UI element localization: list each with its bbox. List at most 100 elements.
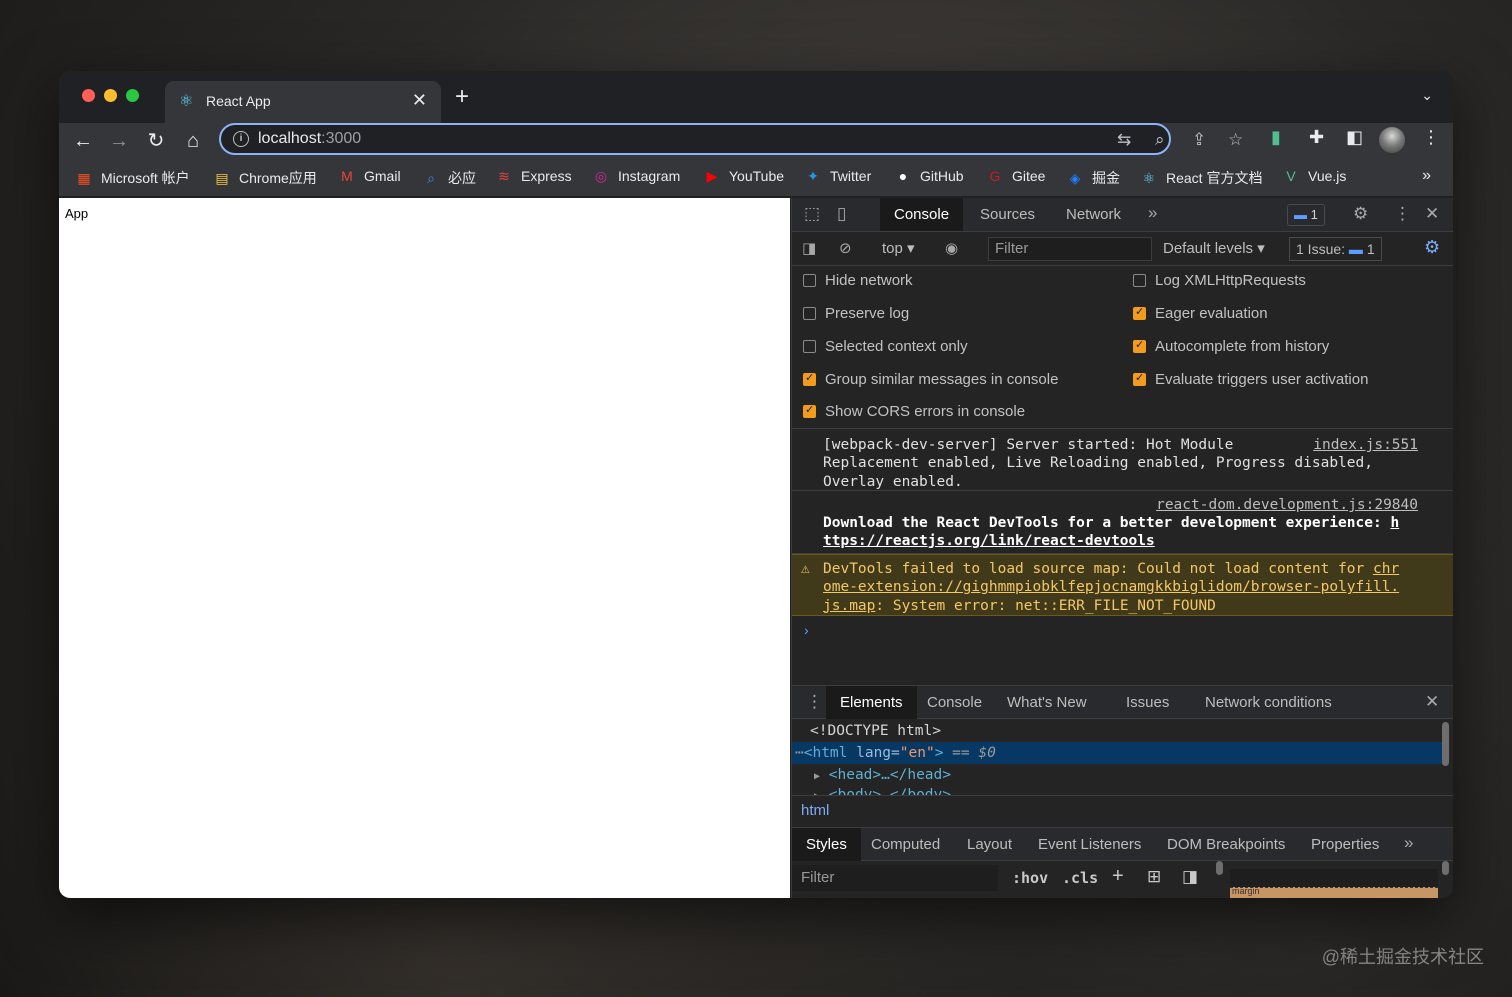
hov-toggle[interactable]: :hov — [1012, 869, 1048, 887]
log-levels-dropdown[interactable]: Default levels ▾ — [1163, 239, 1265, 257]
bookmark-microsoft[interactable]: ▦ Microsoft 帐户 — [75, 168, 189, 188]
tab-event-listeners[interactable]: Event Listeners — [1024, 828, 1155, 861]
extension-colorful-icon[interactable]: ▮ — [1271, 127, 1281, 148]
bookmark-youtube[interactable]: ▶ YouTube — [703, 168, 784, 185]
setting-selected-context[interactable]: Selected context only — [803, 338, 968, 355]
clear-console-icon[interactable]: ⊘ — [839, 239, 852, 257]
back-arrow-icon[interactable]: ← — [69, 127, 97, 155]
checkbox[interactable] — [803, 274, 816, 287]
bookmark-twitter[interactable]: ✦ Twitter — [804, 168, 871, 185]
setting-preserve-log[interactable]: Preserve log — [803, 305, 909, 322]
side-panel-icon[interactable]: ◧ — [1346, 127, 1363, 148]
tab-layout[interactable]: Layout — [953, 828, 1026, 861]
checkbox[interactable] — [1133, 338, 1146, 353]
dom-node-head[interactable]: ▶ <head>…</head> — [792, 764, 1453, 786]
bookmark-juejin[interactable]: ◈ 掘金 — [1066, 168, 1120, 188]
bookmark-instagram[interactable]: ◎ Instagram — [592, 168, 680, 185]
setting-autocomplete[interactable]: Autocomplete from history — [1133, 338, 1329, 355]
checkbox[interactable] — [803, 371, 816, 386]
checkbox[interactable] — [1133, 274, 1146, 287]
devtools-menu-icon[interactable]: ⋮ — [1394, 204, 1411, 224]
setting-group-similar[interactable]: Group similar messages in console — [803, 371, 1058, 388]
react-devtools-link[interactable]: h — [1390, 515, 1399, 531]
styles-scrollbar[interactable] — [1216, 861, 1223, 875]
dom-node-body[interactable]: ▶ <body>…</body> — [792, 784, 1453, 795]
tab-computed[interactable]: Computed — [857, 828, 954, 861]
checkbox[interactable] — [803, 307, 816, 320]
issues-counter[interactable]: 1 Issue: ▬ 1 — [1289, 237, 1382, 261]
styles-filter-input[interactable]: Filter — [792, 865, 998, 891]
dom-node-html[interactable]: ⋯<html lang="en"> == $0 — [792, 742, 1445, 764]
tab-dom-breakpoints[interactable]: DOM Breakpoints — [1153, 828, 1299, 861]
bookmark-chrome-apps[interactable]: ▤ Chrome应用 — [213, 168, 316, 188]
issues-badge[interactable]: ▬ 1 — [1287, 204, 1325, 226]
tab-styles[interactable]: Styles — [792, 828, 861, 861]
bookmark-gitee[interactable]: G Gitee — [986, 168, 1046, 184]
console-settings-gear-icon[interactable]: ⚙ — [1424, 237, 1440, 258]
bookmark-star-icon[interactable]: ☆ — [1228, 130, 1243, 150]
drawer-menu-icon[interactable]: ⋮ — [806, 692, 823, 712]
profile-avatar[interactable] — [1379, 127, 1405, 153]
checkbox[interactable] — [803, 403, 816, 418]
new-tab-button[interactable]: + — [455, 85, 469, 109]
browser-menu-icon[interactable]: ⋮ — [1422, 127, 1440, 148]
browser-tab[interactable]: ⚛ React App ✕ — [165, 81, 441, 123]
home-icon[interactable]: ⌂ — [179, 127, 207, 155]
forward-arrow-icon[interactable]: → — [105, 127, 133, 155]
maximize-window-button[interactable] — [126, 89, 139, 102]
close-tab-icon[interactable]: ✕ — [412, 90, 427, 111]
bookmark-gmail[interactable]: M Gmail — [338, 168, 400, 184]
minimize-window-button[interactable] — [104, 89, 117, 102]
close-window-button[interactable] — [82, 89, 95, 102]
console-prompt-chevron-icon[interactable]: › — [804, 622, 809, 638]
tab-drawer-console[interactable]: Console — [913, 686, 996, 719]
share-icon[interactable]: ⇪ — [1192, 130, 1206, 150]
source-map-link[interactable]: ome-extension://gighmmpiobklfepjocnamgkk… — [823, 579, 1399, 595]
site-info-icon[interactable]: i — [233, 131, 249, 147]
zoom-icon[interactable]: ⌕ — [1155, 130, 1165, 150]
tab-console[interactable]: Console — [880, 198, 964, 231]
bookmark-react-docs[interactable]: ⚛ React 官方文档 — [1140, 168, 1263, 188]
tab-network[interactable]: Network — [1052, 198, 1135, 231]
tab-network-conditions[interactable]: Network conditions — [1191, 686, 1346, 719]
setting-evaluate-triggers[interactable]: Evaluate triggers user activation — [1133, 371, 1368, 388]
source-map-link[interactable]: chr — [1373, 561, 1399, 577]
extensions-puzzle-icon[interactable]: ✚ — [1309, 127, 1324, 148]
bookmark-vue[interactable]: V Vue.js — [1282, 168, 1346, 184]
close-drawer-icon[interactable]: ✕ — [1425, 692, 1439, 712]
cls-toggle[interactable]: .cls — [1062, 869, 1098, 887]
dom-node-doctype[interactable]: <!DOCTYPE html> — [792, 720, 1453, 742]
new-style-rule-plus-icon[interactable]: + — [1112, 865, 1124, 888]
setting-eager-eval[interactable]: Eager evaluation — [1133, 305, 1268, 322]
tab-properties[interactable]: Properties — [1297, 828, 1393, 861]
setting-cors-errors[interactable]: Show CORS errors in console — [803, 403, 1025, 420]
computed-sidebar-icon[interactable]: ◨ — [1182, 867, 1198, 887]
device-toolbar-icon[interactable]: ▯ — [837, 204, 846, 224]
breadcrumb-html[interactable]: html — [801, 802, 829, 819]
tab-whats-new[interactable]: What's New — [993, 686, 1101, 719]
bookmark-bing[interactable]: ⌕ 必应 — [422, 168, 476, 188]
source-link[interactable]: react-dom.development.js:29840 — [1156, 496, 1418, 514]
source-map-link[interactable]: js.map — [823, 598, 875, 614]
translate-icon[interactable]: ⇆ — [1117, 130, 1131, 150]
bookmark-github[interactable]: ● GitHub — [894, 168, 964, 184]
tab-issues[interactable]: Issues — [1112, 686, 1183, 719]
settings-gear-icon[interactable]: ⚙ — [1353, 204, 1368, 224]
tab-search-chevron-icon[interactable]: ⌄ — [1421, 87, 1433, 104]
context-selector[interactable]: top ▾ — [882, 239, 915, 257]
address-bar[interactable]: i localhost:3000 ⇆ ⌕ ⇪ ☆ — [219, 123, 1243, 155]
sidebar-toggle-icon[interactable]: ◨ — [802, 239, 816, 257]
more-bookmarks-chevron-icon[interactable]: » — [1422, 167, 1431, 185]
inspect-element-icon[interactable]: ⬚ — [804, 204, 820, 224]
node-menu-icon[interactable]: ⋯ — [795, 745, 804, 761]
react-devtools-link[interactable]: ttps://reactjs.org/link/react-devtools — [823, 533, 1155, 549]
tab-elements[interactable]: Elements — [826, 686, 917, 719]
more-tabs-chevron-icon[interactable]: » — [1148, 203, 1157, 223]
live-expression-eye-icon[interactable]: ◉ — [945, 239, 958, 257]
tab-sources[interactable]: Sources — [966, 198, 1049, 231]
close-devtools-icon[interactable]: ✕ — [1425, 204, 1439, 224]
reload-icon[interactable]: ↻ — [142, 127, 170, 155]
dom-tree-scrollbar[interactable] — [1442, 722, 1449, 766]
checkbox[interactable] — [1133, 371, 1146, 386]
box-model-scrollbar[interactable] — [1442, 861, 1449, 875]
